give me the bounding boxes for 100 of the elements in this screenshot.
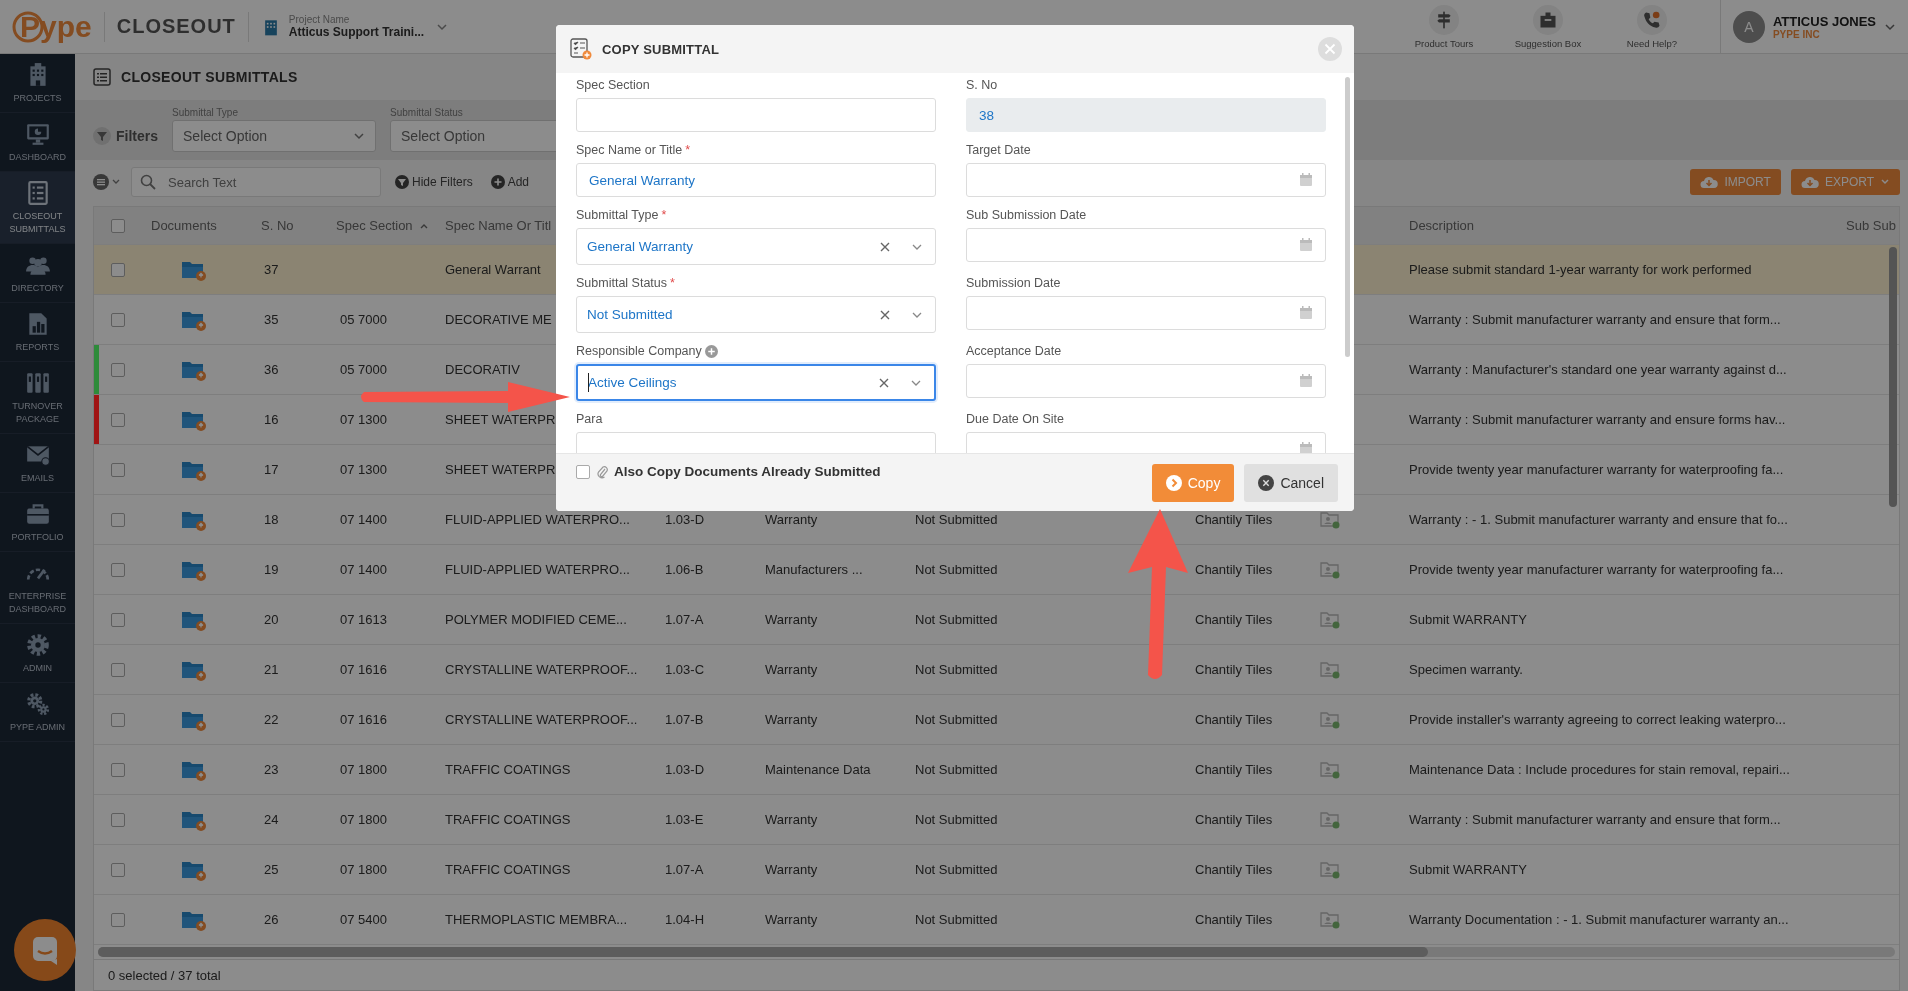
table-cell: 19 [264, 562, 279, 577]
table-cell: Chantily Tiles [1195, 862, 1273, 877]
table-cell: 07 1800 [340, 862, 387, 877]
table-cell: Warranty [765, 862, 818, 877]
table-cell: Not Submitted [915, 712, 998, 727]
table-cell: Warranty : Submit manufacturer warranty and ensure that form... [1409, 312, 1781, 327]
table-cell: Not Submitted [915, 862, 998, 877]
table-cell: 05 7000 [340, 312, 387, 327]
table-cell: 07 1616 [340, 662, 387, 677]
table-cell: Warranty : Manufacturer's standard one year warranty against d... [1409, 362, 1787, 377]
table-cell: THERMOPLASTIC MEMBRA... [445, 912, 628, 927]
table-cell: 07 1400 [340, 562, 387, 577]
table-cell: Not Submitted [915, 562, 998, 577]
app-title: CLOSEOUT [116, 15, 236, 38]
user-name: ATTICUS JONES [1772, 13, 1876, 29]
table-cell: DECORATIVE ME [445, 312, 552, 327]
table-cell: 05 7000 [340, 362, 387, 377]
table-cell: TRAFFIC COATINGS [445, 812, 571, 827]
table-cell: 1.06-B [665, 562, 704, 577]
table-cell: Warranty : Submit manufacturer warranty and ensure that form... [1409, 812, 1781, 827]
table-cell: 07 1300 [340, 412, 387, 427]
table-cell: 23 [264, 762, 279, 777]
table-cell: Warranty [765, 612, 818, 627]
field-label: Sub Submission Date [966, 208, 1087, 222]
table-cell: Manufacturers ... [765, 562, 863, 577]
table-cell: Provide twenty year manufacturer warranty for waterproofing fa... [1409, 562, 1784, 577]
table-cell: CRYSTALLINE WATERPROOF... [445, 662, 638, 677]
table-cell: 35 [264, 312, 279, 327]
table-cell: 26 [264, 912, 279, 927]
selection-count: 0 selected / 37 total [108, 967, 221, 983]
field-label: Para [576, 412, 603, 426]
table-cell: SHEET WATERPR [445, 412, 556, 427]
field-label: Submission Date [966, 276, 1061, 290]
dialog-title: COPY SUBMITTAL [602, 41, 720, 57]
table-cell: 36 [264, 362, 279, 377]
table-cell: Not Submitted [915, 662, 998, 677]
table-cell: 1.07-B [665, 712, 704, 727]
table-cell: Not Submitted [915, 612, 998, 627]
table-cell: Chantily Tiles [1195, 812, 1273, 827]
table-cell: 1.04-H [665, 912, 705, 927]
company-name: PYPE INC [1772, 28, 1821, 40]
table-cell: Warranty [765, 712, 818, 727]
table-cell: 07 1800 [340, 812, 387, 827]
table-cell: 1.07-A [665, 862, 704, 877]
table-cell: DECORATIV [445, 362, 520, 377]
required-mark: * [685, 143, 691, 157]
table-cell: Warranty : Submit manufacturer warranty and ensure forms hav... [1409, 412, 1786, 427]
table-cell: Specimen warranty. [1409, 662, 1523, 677]
table-cell: FLUID-APPLIED WATERPRO... [445, 562, 630, 577]
table-cell: General Warrant [445, 262, 541, 277]
required-mark: * [670, 276, 675, 290]
table-cell: 18 [264, 512, 279, 527]
page-title: CLOSEOUT SUBMITTALS [121, 69, 298, 85]
table-cell: 07 1300 [340, 462, 387, 477]
field-label: Acceptance Date [966, 344, 1062, 358]
table-cell: Chantily Tiles [1195, 712, 1273, 727]
table-cell: Warranty : - 1. Submit manufacturer warranty and ensure that fo... [1409, 512, 1788, 527]
table-cell: 1.03-C [665, 662, 705, 677]
table-cell: CRYSTALLINE WATERPROOF... [445, 712, 638, 727]
table-cell: 1.03-D [665, 512, 705, 527]
table-cell: POLYMER MODIFIED CEME... [445, 612, 627, 627]
table-cell: Not Submitted [915, 912, 998, 927]
table-cell: 1.03-E [665, 812, 704, 827]
field-label: Target Date [966, 143, 1031, 157]
table-cell: 07 1400 [340, 512, 387, 527]
table-cell: Not Submitted [915, 762, 998, 777]
field-label: Responsible Company [576, 344, 702, 358]
table-cell: 24 [264, 812, 279, 827]
field-label: S. No [966, 78, 998, 92]
required-mark: * [661, 208, 667, 222]
project-name: Atticus Support Traini... [288, 25, 425, 39]
table-cell: 37 [264, 262, 279, 277]
table-cell: 22 [264, 712, 279, 727]
table-cell: 1.07-A [665, 612, 704, 627]
table-cell: Warranty [765, 512, 818, 527]
table-cell: FLUID-APPLIED WATERPRO... [445, 512, 630, 527]
table-cell: Warranty [765, 812, 818, 827]
table-cell: 17 [264, 462, 279, 477]
table-cell: Chantily Tiles [1195, 662, 1273, 677]
field-label: Submittal Type [172, 107, 239, 118]
table-cell: 07 1800 [340, 762, 387, 777]
table-cell: Not Submitted [915, 512, 998, 527]
table-cell: Chantily Tiles [1195, 762, 1273, 777]
table-cell: Maintenance Data : Include procedures for stain removal, repairi... [1409, 762, 1790, 777]
table-cell: 20 [264, 612, 279, 627]
table-cell: Warranty [765, 912, 818, 927]
table-cell: Maintenance Data [765, 762, 871, 777]
field-label: Submittal Type [576, 208, 659, 222]
table-cell: Not Submitted [915, 812, 998, 827]
table-cell: Warranty [765, 662, 818, 677]
table-cell: TRAFFIC COATINGS [445, 862, 571, 877]
table-cell: Chantily Tiles [1195, 512, 1273, 527]
table-cell: Chantily Tiles [1195, 562, 1273, 577]
table-cell: 1.03-D [665, 762, 705, 777]
table-cell: Provide installer's warranty agreeing to correct leaking waterpro... [1409, 712, 1786, 727]
field-label: Spec Section [576, 78, 650, 92]
table-cell: Submit WARRANTY [1409, 612, 1527, 627]
table-cell: Warranty Documentation : - 1. Submit manufacturer warranty an... [1409, 912, 1789, 927]
field-label: Submittal Status [390, 107, 464, 118]
field-label: Submittal Status [576, 276, 667, 290]
